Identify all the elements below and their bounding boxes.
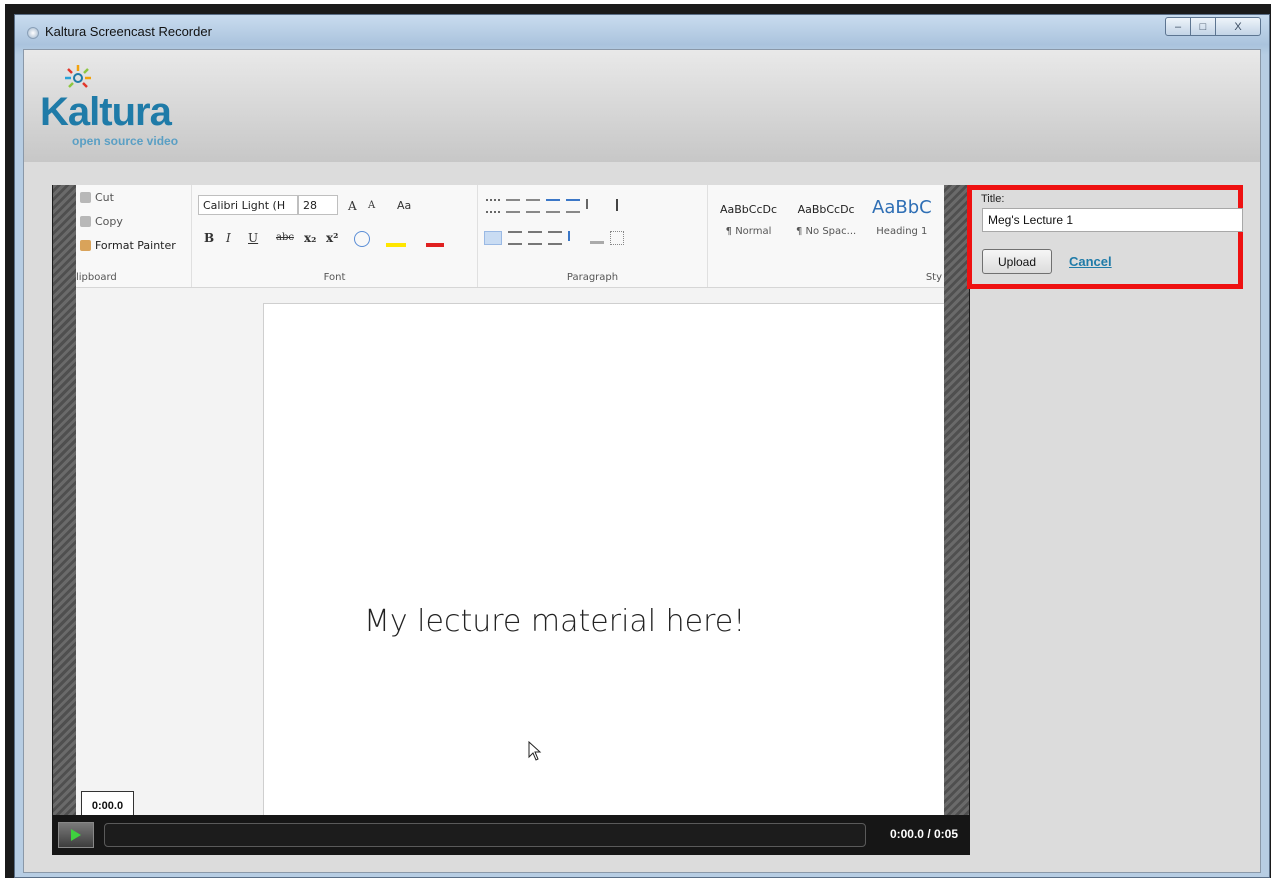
document-body-text: My lecture material here!	[364, 604, 746, 639]
header-banner: Kaltura open source video	[24, 50, 1260, 162]
upload-button-label: Upload	[997, 254, 1037, 269]
clipboard-group: Cut Copy Format Painter lipboard	[76, 185, 192, 287]
format-painter-item: Format Painter	[80, 239, 176, 252]
underline-icon: U	[248, 231, 259, 245]
styles-group-label: Sty	[925, 272, 942, 283]
video-letterbox-right	[944, 185, 969, 815]
app-window: Kaltura Screencast Recorder – □ X Kaltur…	[14, 14, 1270, 878]
kaltura-logo: Kaltura	[40, 90, 172, 134]
paintbrush-icon	[80, 240, 91, 251]
sort-icon	[586, 199, 600, 209]
style-normal-name: ¶ Normal	[725, 226, 772, 237]
strikethrough-icon: abc	[276, 232, 294, 243]
justify-icon	[548, 231, 562, 245]
font-color-icon	[426, 243, 444, 247]
minimize-icon: –	[1174, 20, 1182, 33]
maximize-button[interactable]: □	[1191, 17, 1216, 36]
style-normal-preview: AaBbCcDc	[720, 203, 778, 216]
scissors-icon	[80, 192, 91, 203]
title-bar[interactable]: Kaltura Screencast Recorder – □ X	[15, 15, 1269, 49]
cancel-link[interactable]: Cancel	[1069, 254, 1112, 269]
seek-bar[interactable]	[104, 823, 866, 847]
window-title: Kaltura Screencast Recorder	[45, 24, 212, 39]
italic-icon: I	[226, 231, 231, 245]
text-effects-icon	[354, 231, 370, 247]
video-letterbox-left	[53, 185, 76, 815]
copy-icon	[80, 216, 91, 227]
minimize-button[interactable]: –	[1165, 17, 1191, 36]
video-frame[interactable]: Cut Copy Format Painter lipboard Calibri…	[53, 185, 969, 815]
app-icon	[27, 27, 39, 39]
window-controls: – □ X	[1165, 17, 1261, 37]
list-buttons	[486, 199, 618, 213]
format-painter-label: Format Painter	[95, 239, 176, 252]
paragraph-group-label: Paragraph	[566, 272, 619, 283]
style-no-spacing-name: ¶ No Spac...	[796, 226, 857, 237]
highlight-color-icon	[386, 243, 406, 247]
close-button[interactable]: X	[1216, 17, 1261, 36]
clipboard-group-label: lipboard	[76, 272, 117, 283]
copy-label: Copy	[95, 215, 123, 228]
play-button[interactable]	[58, 822, 94, 848]
pilcrow-icon	[606, 199, 618, 211]
borders-icon	[610, 231, 624, 245]
bullets-icon	[486, 199, 500, 213]
font-group: Calibri Light (H 28 A A Aa B I U abc x₂ …	[192, 185, 478, 287]
cut-item: Cut	[80, 191, 114, 204]
shading-icon	[590, 231, 604, 244]
style-heading-1: AaBbC Heading 1	[872, 197, 932, 237]
grow-font-icon: A	[348, 199, 357, 213]
title-input[interactable]	[982, 208, 1243, 232]
paragraph-group: Paragraph	[478, 185, 708, 287]
numbering-icon	[506, 199, 520, 213]
align-right-icon	[528, 231, 542, 245]
font-size-value: 28	[303, 198, 317, 212]
word-ribbon: Cut Copy Format Painter lipboard Calibri…	[76, 185, 944, 288]
maximize-icon: □	[1199, 20, 1207, 33]
bold-icon: B	[204, 231, 215, 245]
upload-panel: Title: Upload Cancel	[967, 185, 1251, 335]
kaltura-tagline: open source video	[72, 134, 179, 148]
styles-group: AaBbCcDc ¶ Normal AaBbCcDc ¶ No Spac... …	[708, 185, 944, 287]
mouse-cursor-icon	[528, 741, 542, 761]
decrease-indent-icon	[546, 199, 560, 213]
font-group-label: Font	[323, 272, 346, 283]
video-player: Cut Copy Format Painter lipboard Calibri…	[52, 185, 970, 855]
align-center-icon	[508, 231, 522, 245]
cut-label: Cut	[95, 191, 114, 204]
style-heading-1-preview: AaBbC	[872, 197, 932, 218]
line-spacing-icon	[568, 231, 584, 241]
shrink-font-icon: A	[368, 200, 376, 211]
time-display: 0:00.0 / 0:05	[889, 827, 958, 841]
outer-frame: Kaltura Screencast Recorder – □ X Kaltur…	[5, 4, 1271, 878]
change-case-icon: Aa	[397, 199, 412, 212]
copy-item: Copy	[80, 215, 123, 228]
style-no-spacing-preview: AaBbCcDc	[797, 203, 855, 216]
recorded-word-document: Cut Copy Format Painter lipboard Calibri…	[76, 185, 948, 815]
align-buttons	[484, 231, 624, 245]
tooltip-time: 0:00.0	[91, 800, 124, 812]
title-label: Title:	[981, 193, 1005, 205]
superscript-icon: x²	[326, 231, 339, 245]
font-size-box: 28	[298, 195, 338, 215]
player-controls: 0:00.0 / 0:05	[52, 815, 970, 855]
style-normal: AaBbCcDc ¶ Normal	[720, 203, 777, 237]
font-family-value: Calibri Light (H	[203, 198, 286, 212]
style-no-spacing: AaBbCcDc ¶ No Spac...	[796, 203, 856, 237]
font-family-box: Calibri Light (H	[198, 195, 298, 215]
close-icon: X	[1234, 20, 1242, 33]
increase-indent-icon	[566, 199, 580, 213]
upload-button[interactable]: Upload	[982, 249, 1052, 274]
align-left-icon	[484, 231, 502, 245]
document-page: My lecture material here!	[263, 303, 948, 815]
subscript-icon: x₂	[304, 231, 317, 245]
play-icon	[71, 829, 81, 841]
multilevel-list-icon	[526, 199, 540, 213]
style-heading-1-name: Heading 1	[876, 226, 928, 237]
